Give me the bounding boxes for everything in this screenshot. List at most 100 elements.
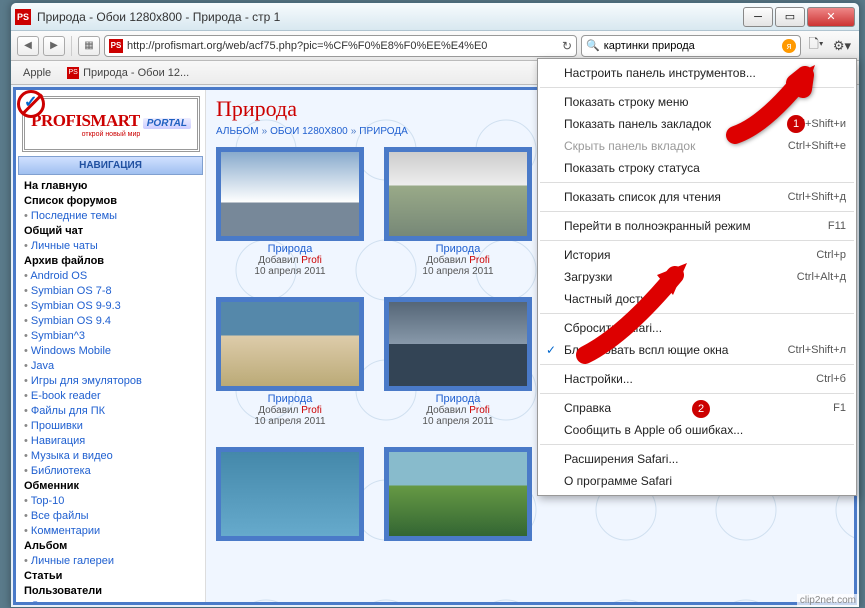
menu-item[interactable]: ИсторияCtrl+р xyxy=(538,244,856,266)
gallery-thumb[interactable]: ПриродаДобавил Profi10 апреля 2011 xyxy=(384,147,532,277)
url-input[interactable] xyxy=(127,40,558,52)
nav-link[interactable]: Последние темы xyxy=(24,209,197,224)
thumb-image xyxy=(216,447,364,541)
gallery-thumb[interactable]: ПриродаДобавил Profi10 апреля 2011 xyxy=(384,297,532,427)
menu-item[interactable]: Расширения Safari... xyxy=(538,448,856,470)
menu-item[interactable]: ✓Блокировать вспл ющие окнаCtrl+Shift+л xyxy=(538,339,856,361)
maximize-button[interactable]: ▭ xyxy=(775,7,805,27)
thumb-date: 10 апреля 2011 xyxy=(216,266,364,277)
thumb-date: 10 апреля 2011 xyxy=(216,416,364,427)
menu-separator xyxy=(540,393,854,394)
thumb-image xyxy=(216,147,364,241)
nav-link[interactable]: Symbian^3 xyxy=(24,329,197,344)
browser-toolbar: ◀ ▶ ▦ PS ↻ 🔍 я 🗋▾ ⚙▾ xyxy=(11,31,859,61)
menu-item[interactable]: Сообщить в Apple об ошибках... xyxy=(538,419,856,441)
menu-label: Сбросить Safari... xyxy=(564,321,662,335)
menu-shortcut: Ctrl+Shift+л xyxy=(788,344,846,356)
nav-link[interactable]: Файлы для ПК xyxy=(24,404,197,419)
page-icon[interactable]: 🗋▾ xyxy=(805,36,827,56)
nav-link[interactable]: Top-10 xyxy=(24,494,197,509)
nav-link[interactable]: Личные галереи xyxy=(24,554,197,569)
menu-item[interactable]: Показать строку меню xyxy=(538,91,856,113)
menu-item[interactable]: ЗагрузкиCtrl+Alt+д xyxy=(538,266,856,288)
nav-link[interactable]: Архив файлов xyxy=(24,254,197,269)
url-bar[interactable]: PS ↻ xyxy=(104,35,577,57)
check-icon: ✓ xyxy=(546,343,556,357)
nav-link[interactable]: Пользователи xyxy=(24,584,197,599)
thumb-author: Добавил Profi xyxy=(216,405,364,416)
nav-link[interactable]: Дни рождения xyxy=(24,599,197,605)
forward-button[interactable]: ▶ xyxy=(43,36,65,56)
settings-menu: Настроить панель инструментов... Показать… xyxy=(537,58,857,496)
menu-label: Настройки... xyxy=(564,372,633,386)
gallery-thumb[interactable]: ПриродаДобавил Profi10 апреля 2011 xyxy=(216,297,364,427)
nav-link[interactable]: Symbian OS 7-8 xyxy=(24,284,197,299)
tab-favicon-icon: PS xyxy=(67,67,79,79)
gear-icon[interactable]: ⚙▾ xyxy=(831,36,853,56)
menu-shortcut: Ctrl+р xyxy=(816,249,846,261)
gallery-thumb[interactable] xyxy=(384,447,532,543)
nav-link[interactable]: Symbian OS 9-9.3 xyxy=(24,299,197,314)
menu-item[interactable]: Сбросить Safari... xyxy=(538,317,856,339)
crumb-link[interactable]: АЛЬБОМ xyxy=(216,126,259,137)
nav-link[interactable]: Java xyxy=(24,359,197,374)
nav-link[interactable]: Навигация xyxy=(24,434,197,449)
nav-link[interactable]: Музыка и видео xyxy=(24,449,197,464)
nav-link[interactable]: Библиотека xyxy=(24,464,197,479)
separator xyxy=(71,36,72,56)
menu-label: Расширения Safari... xyxy=(564,452,678,466)
nav-list: На главнуюСписок форумовПоследние темыОб… xyxy=(18,179,203,605)
back-button[interactable]: ◀ xyxy=(17,36,39,56)
watermark: clip2net.com xyxy=(797,594,859,607)
nav-link[interactable]: Статьи xyxy=(24,569,197,584)
thumb-author: Добавил Profi xyxy=(384,405,532,416)
nav-header: НАВИГАЦИЯ xyxy=(18,156,203,175)
menu-item[interactable]: Показать панель закладокCtrl+Shift+и xyxy=(538,113,856,135)
menu-label: Частный доступ... xyxy=(564,292,663,306)
nav-link[interactable]: E-book reader xyxy=(24,389,197,404)
tab-current[interactable]: PSПрирода - Обои 12... xyxy=(67,67,189,79)
nav-link[interactable]: Все файлы xyxy=(24,509,197,524)
menu-item[interactable]: Настройки...Ctrl+б xyxy=(538,368,856,390)
site-icon: PS xyxy=(109,39,123,53)
nav-link[interactable]: Список форумов xyxy=(24,194,197,209)
search-input[interactable] xyxy=(604,40,778,52)
close-button[interactable]: ✕ xyxy=(807,7,855,27)
thumb-date: 10 апреля 2011 xyxy=(384,266,532,277)
thumb-image xyxy=(216,297,364,391)
menu-label: Показать строку меню xyxy=(564,95,688,109)
menu-separator xyxy=(540,313,854,314)
nav-link[interactable]: Windows Mobile xyxy=(24,344,197,359)
menu-label: Показать панель закладок xyxy=(564,117,711,131)
nav-link[interactable]: Android OS xyxy=(24,269,197,284)
search-bar[interactable]: 🔍 я xyxy=(581,35,801,57)
nav-link[interactable]: Игры для эмуляторов xyxy=(24,374,197,389)
crumb-link[interactable]: ПРИРОДА xyxy=(359,126,408,137)
bookmark-icon[interactable]: ▦ xyxy=(78,36,100,56)
menu-item[interactable]: Перейти в полноэкранный режимF11 xyxy=(538,215,856,237)
menu-item[interactable]: Показать список для чтенияCtrl+Shift+д xyxy=(538,186,856,208)
nav-link[interactable]: Symbian OS 9.4 xyxy=(24,314,197,329)
minimize-button[interactable]: ─ xyxy=(743,7,773,27)
nav-link[interactable]: Комментарии xyxy=(24,524,197,539)
menu-item[interactable]: Показать строку статуса xyxy=(538,157,856,179)
nav-link[interactable]: Обменник xyxy=(24,479,197,494)
nav-link[interactable]: Прошивки xyxy=(24,419,197,434)
thumb-image xyxy=(384,447,532,541)
nav-link[interactable]: На главную xyxy=(24,179,197,194)
nav-link[interactable]: Альбом xyxy=(24,539,197,554)
thumb-image xyxy=(384,297,532,391)
menu-item[interactable]: Настроить панель инструментов... xyxy=(538,62,856,84)
reload-icon[interactable]: ↻ xyxy=(562,39,572,53)
menu-item[interactable]: Частный доступ... xyxy=(538,288,856,310)
gallery-thumb[interactable] xyxy=(216,447,364,543)
search-engine-icon[interactable]: я xyxy=(782,39,796,53)
crumb-link[interactable]: ОБОИ 1280X800 xyxy=(270,126,348,137)
blocked-icon xyxy=(17,90,45,118)
menu-item[interactable]: О программе Safari xyxy=(538,470,856,492)
gallery-thumb[interactable]: ПриродаДобавил Profi10 апреля 2011 xyxy=(216,147,364,277)
nav-link[interactable]: Общий чат xyxy=(24,224,197,239)
bookmark-apple[interactable]: Apple xyxy=(19,67,51,79)
menu-shortcut: Ctrl+Alt+д xyxy=(797,271,846,283)
nav-link[interactable]: Личные чаты xyxy=(24,239,197,254)
